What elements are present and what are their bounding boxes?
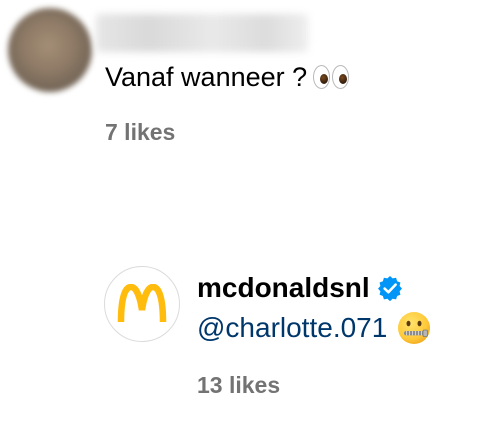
verified-badge-icon [377,276,402,301]
eye-right [332,65,350,89]
reply-text: @charlotte.071 [197,308,431,348]
eyes-icon [313,65,350,89]
comment-likes[interactable]: 7 likes [105,119,175,146]
comment-body: Vanaf wanneer ? [105,62,308,92]
mention-link[interactable]: @charlotte.071 [197,308,387,348]
reply: mcdonaldsnl @charlotte.071 13 likes [0,250,490,428]
commenter-username-redacted [96,14,308,52]
eye-left [313,65,331,89]
mcdonalds-logo-icon [117,284,167,323]
zipper-mouth-face-icon [398,312,431,344]
comment: Vanaf wanneer ? 7 likes [0,0,490,170]
mcdonalds-avatar[interactable] [104,266,180,342]
reply-header: mcdonaldsnl [197,270,403,306]
comment-text: Vanaf wanneer ? [105,57,350,97]
reply-username[interactable]: mcdonaldsnl [197,270,370,306]
commenter-avatar[interactable] [8,8,92,92]
reply-likes[interactable]: 13 likes [197,372,280,399]
